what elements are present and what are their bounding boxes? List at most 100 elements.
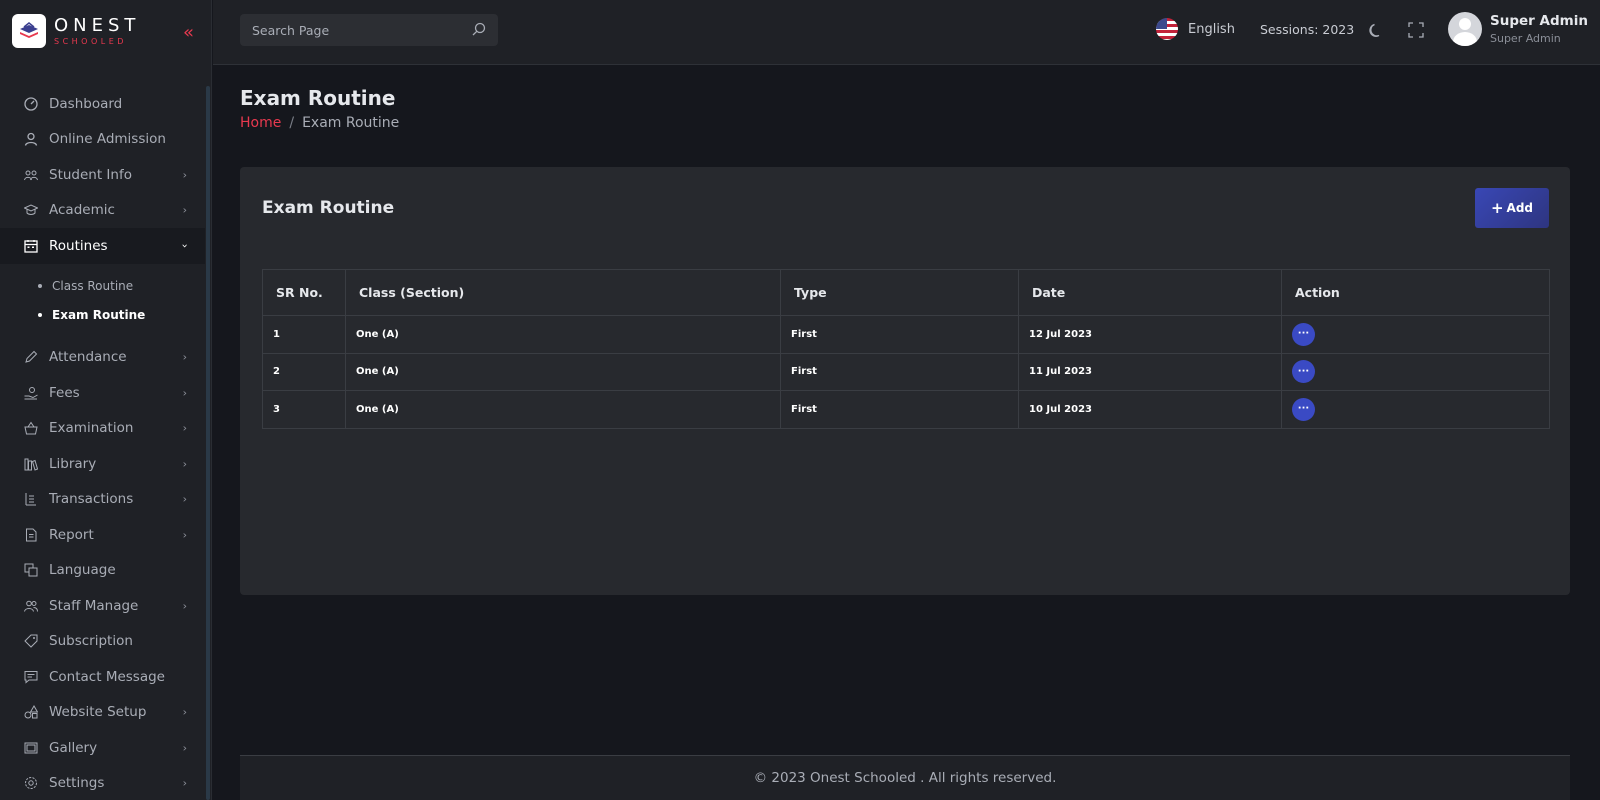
language-selector[interactable]: English	[1156, 18, 1235, 40]
user-profile[interactable]: Super Admin Super Admin	[1448, 12, 1588, 46]
graduation-cap-icon	[24, 203, 38, 217]
logo-icon	[12, 14, 46, 48]
gallery-icon	[24, 741, 38, 755]
sidebar-item-label: Routines	[49, 237, 108, 254]
brand-name: ONEST	[54, 14, 141, 36]
sidebar-item-label: Website Setup	[49, 704, 147, 721]
chevron-right-icon: ›	[182, 457, 187, 471]
cell-class: One (A)	[345, 352, 781, 391]
basket-icon	[24, 421, 38, 435]
tag-icon	[24, 634, 38, 648]
brand-logo[interactable]: ONEST SCHOOLED	[12, 14, 140, 48]
transaction-icon	[24, 492, 38, 506]
sidebar-item-label: Library	[49, 455, 97, 472]
sidebar-item-label: Contact Message	[49, 668, 165, 685]
sidebar-item-website-setup[interactable]: Website Setup ›	[0, 695, 205, 731]
money-hand-icon	[24, 386, 38, 400]
search-icon[interactable]	[472, 21, 486, 40]
copyright-text: © 2023 Onest Schooled . All rights reser…	[753, 770, 1057, 786]
pen-icon	[24, 350, 38, 364]
sidebar-item-online-admission[interactable]: Online Admission	[0, 122, 205, 158]
breadcrumb-home-link[interactable]: Home	[240, 115, 281, 131]
chevron-right-icon: ›	[182, 528, 187, 542]
cell-sr: 1	[262, 315, 346, 354]
language-label: English	[1188, 21, 1235, 37]
sidebar-item-report[interactable]: Report ›	[0, 517, 205, 553]
more-actions-icon[interactable]: ···	[1292, 322, 1315, 346]
sidebar-subitem-exam-routine[interactable]: Exam Routine	[0, 301, 205, 330]
sidebar: ONEST SCHOOLED « Dashboard Online Admiss…	[0, 0, 212, 800]
sidebar-item-label: Student Info	[49, 166, 132, 183]
cell-type: First	[780, 352, 1019, 391]
us-flag-icon	[1156, 18, 1178, 40]
fullscreen-icon[interactable]	[1406, 20, 1426, 40]
search-input[interactable]	[252, 22, 472, 38]
cell-sr: 3	[262, 390, 346, 429]
chevron-right-icon: ›	[182, 386, 187, 400]
sidebar-item-staff-manage[interactable]: Staff Manage ›	[0, 588, 205, 624]
students-icon	[24, 168, 38, 182]
more-actions-icon[interactable]: ···	[1292, 360, 1315, 384]
sidebar-item-language[interactable]: Language	[0, 553, 205, 589]
sidebar-subitem-label: Exam Routine	[52, 308, 146, 322]
chevron-right-icon: ›	[182, 421, 187, 435]
sidebar-item-subscription[interactable]: Subscription	[0, 624, 205, 660]
column-header: Type	[780, 269, 1019, 316]
sidebar-item-label: Dashboard	[49, 95, 123, 112]
user-role: Super Admin	[1490, 32, 1561, 45]
cell-type: First	[780, 390, 1019, 429]
table-row: 1 One (A) First 12 Jul 2023 ···	[262, 315, 1550, 354]
sidebar-item-gallery[interactable]: Gallery ›	[0, 730, 205, 766]
chevron-right-icon: ›	[182, 776, 187, 790]
more-actions-icon[interactable]: ···	[1292, 397, 1315, 421]
brand-tagline: SCHOOLED	[54, 36, 127, 46]
column-header: Class (Section)	[345, 269, 781, 316]
sidebar-item-student-info[interactable]: Student Info ›	[0, 157, 205, 193]
books-icon	[24, 457, 38, 471]
cell-class: One (A)	[345, 315, 781, 354]
cell-type: First	[780, 315, 1019, 354]
sidebar-item-fees[interactable]: Fees ›	[0, 375, 205, 411]
chevron-right-icon: ›	[182, 741, 187, 755]
sidebar-item-attendance[interactable]: Attendance ›	[0, 340, 205, 376]
dark-mode-icon[interactable]	[1366, 20, 1386, 40]
sidebar-item-label: Report	[49, 526, 94, 543]
add-button-label: Add	[1506, 201, 1534, 215]
sidebar-item-label: Subscription	[49, 633, 133, 650]
exam-routine-card: Exam Routine + Add SR No. Class (Section…	[240, 167, 1570, 595]
gear-icon	[24, 776, 38, 790]
column-header: Action	[1281, 269, 1550, 316]
sidebar-scrollbar[interactable]	[206, 86, 210, 800]
sidebar-item-label: Language	[49, 562, 116, 579]
calendar-icon	[24, 239, 38, 253]
sidebar-item-settings[interactable]: Settings ›	[0, 766, 205, 800]
user-name: Super Admin	[1490, 13, 1588, 29]
chevron-right-icon: ›	[182, 705, 187, 719]
breadcrumb: Home / Exam Routine	[240, 115, 399, 131]
bullet-icon	[38, 313, 42, 317]
sidebar-item-library[interactable]: Library ›	[0, 446, 205, 482]
collapse-sidebar-icon[interactable]: «	[183, 24, 194, 42]
sidebar-item-routines[interactable]: Routines ›	[0, 228, 205, 264]
top-header: English Sessions: 2023 Super Admin Super…	[213, 0, 1600, 65]
sessions-label[interactable]: Sessions: 2023	[1260, 22, 1354, 37]
routines-submenu: Class Routine Exam Routine	[0, 263, 205, 340]
users-icon	[24, 599, 38, 613]
breadcrumb-separator: /	[289, 115, 295, 131]
sidebar-item-label: Academic	[49, 202, 115, 219]
chevron-right-icon: ›	[182, 168, 187, 182]
table-row: 2 One (A) First 11 Jul 2023 ···	[262, 352, 1550, 391]
exam-routine-table: SR No. Class (Section) Type Date Action …	[262, 269, 1550, 429]
sidebar-item-academic[interactable]: Academic ›	[0, 193, 205, 229]
sidebar-subitem-class-routine[interactable]: Class Routine	[0, 272, 205, 301]
sidebar-item-label: Examination	[49, 420, 134, 437]
sidebar-item-examination[interactable]: Examination ›	[0, 411, 205, 447]
add-button[interactable]: + Add	[1475, 188, 1549, 228]
message-icon	[24, 670, 38, 684]
translate-icon	[24, 563, 38, 577]
plus-icon: +	[1490, 199, 1504, 217]
sidebar-item-dashboard[interactable]: Dashboard	[0, 86, 205, 122]
sidebar-subitem-label: Class Routine	[52, 279, 134, 293]
sidebar-item-transactions[interactable]: Transactions ›	[0, 482, 205, 518]
sidebar-item-contact-message[interactable]: Contact Message	[0, 659, 205, 695]
